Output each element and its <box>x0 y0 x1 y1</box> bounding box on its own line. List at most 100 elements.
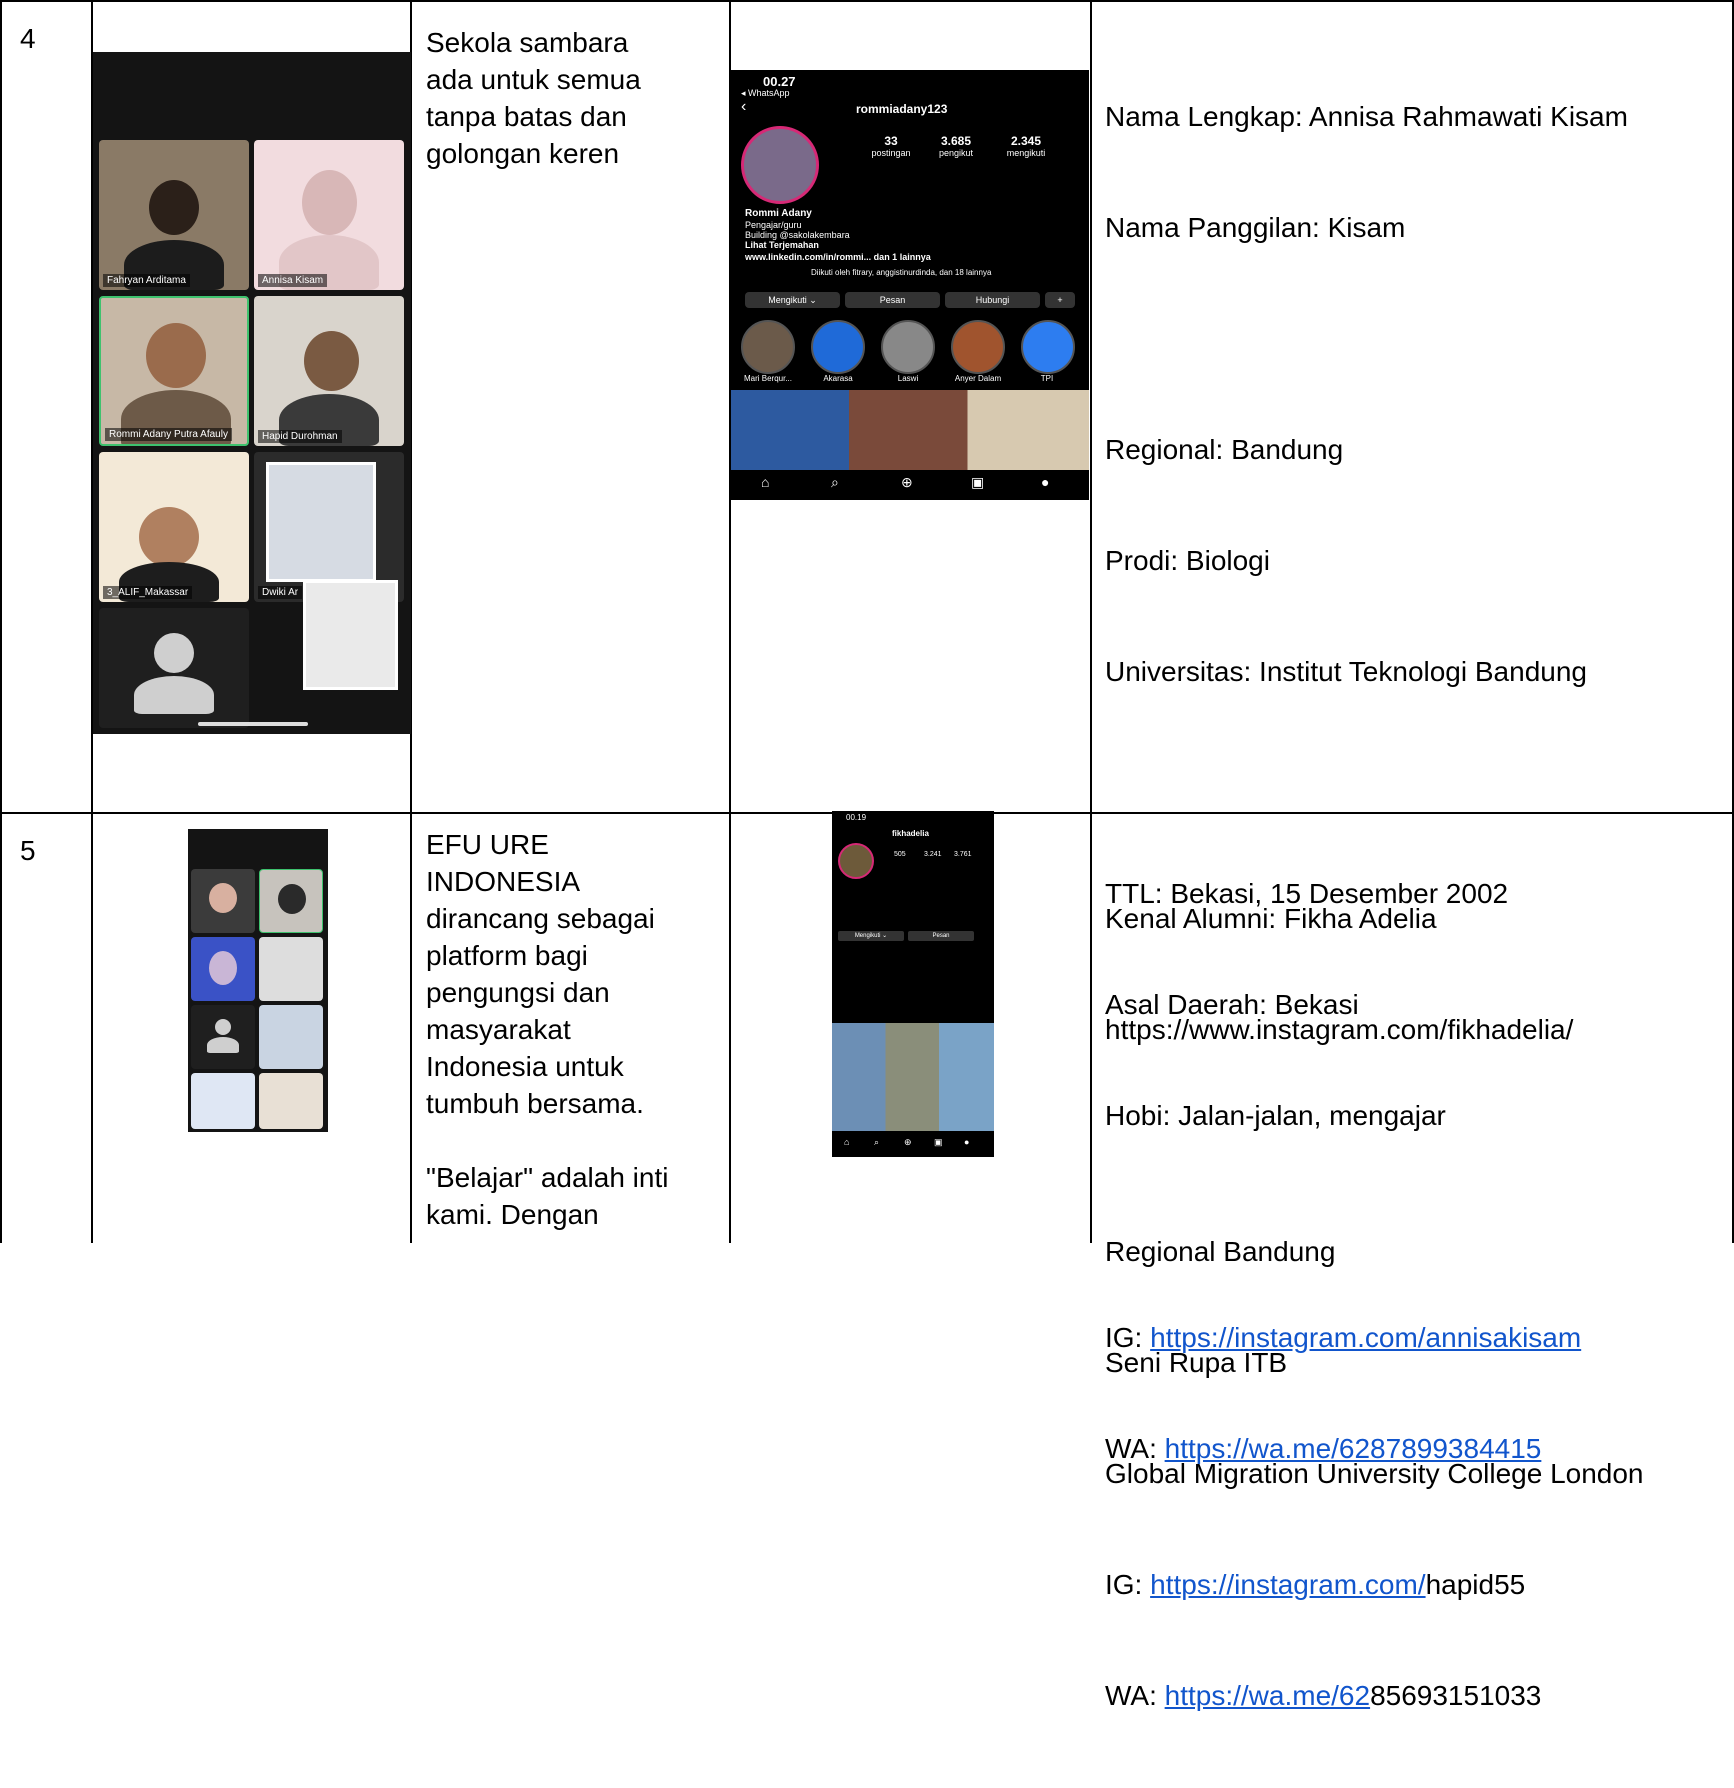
video-tile <box>259 1073 323 1129</box>
highlight-circle[interactable] <box>741 320 795 374</box>
home-icon[interactable]: ⌂ <box>844 1137 849 1147</box>
status-time: 00.19 <box>846 813 867 822</box>
bio-line: Building @sakolakembara <box>745 230 850 240</box>
participant-name: 3_ALIF_Makassar <box>103 586 193 599</box>
profile-username: rommiadany123 <box>856 102 948 116</box>
info-line <box>1105 1122 1730 1159</box>
followed-by: Diikuti oleh fitrary, anggistinurdinda, … <box>811 268 992 277</box>
highlight-label: Anyer Dalam <box>954 374 1002 383</box>
info-line: Nama Lengkap: Annisa Rahmawati Kisam <box>1105 101 1628 132</box>
highlight-circle[interactable] <box>881 320 935 374</box>
info-line: Kenal Alumni: Fikha Adelia <box>1105 903 1437 934</box>
participant-name: Annisa Kisam <box>258 274 328 287</box>
row-number: 5 <box>20 835 36 866</box>
back-icon[interactable]: ‹ <box>741 98 746 116</box>
row-description: Sekola sambara ada untuk semua tanpa bat… <box>426 27 641 169</box>
row-number: 4 <box>20 23 36 54</box>
posts-label: postingan <box>871 148 911 158</box>
video-tile <box>259 1005 323 1069</box>
info-line: Global Migration University College Lond… <box>1105 1458 1644 1489</box>
video-tile: Annisa Kisam <box>254 140 404 290</box>
video-tile <box>191 869 255 933</box>
reels-icon[interactable]: ▣ <box>971 474 984 491</box>
following-button[interactable]: Mengikuti ⌄ <box>838 931 904 941</box>
video-tile <box>259 869 323 933</box>
profile-icon[interactable]: ● <box>1041 474 1049 490</box>
profile-icon[interactable]: ● <box>964 1137 969 1147</box>
highlight-circle[interactable] <box>1021 320 1075 374</box>
video-tile <box>191 1073 255 1129</box>
info-block: Kenal Alumni: Fikha Adelia https://www.i… <box>1105 826 1730 1788</box>
participant-name: Hapid Durohman <box>258 430 342 443</box>
followers-count[interactable]: 3.685 <box>931 134 981 148</box>
profile-avatar[interactable] <box>741 126 819 204</box>
participant-name: Dwiki Ar <box>258 586 303 599</box>
highlight-circle[interactable] <box>951 320 1005 374</box>
followers-count[interactable]: 3.241 <box>924 851 942 858</box>
avatar-placeholder-icon <box>154 633 194 673</box>
bio-line: Pengajar/guru <box>745 220 802 230</box>
translate-link[interactable]: Lihat Terjemahan <box>745 240 819 250</box>
info-line: Prodi: Biologi <box>1105 545 1270 576</box>
message-button[interactable]: Pesan <box>908 931 974 941</box>
highlight-circle[interactable] <box>811 320 865 374</box>
profile-username: fikhadelia <box>892 829 929 838</box>
back-to-app[interactable]: ◂ WhatsApp <box>741 88 790 99</box>
instagram-link[interactable]: https://instagram.com/ <box>1150 1569 1425 1600</box>
profile-avatar[interactable] <box>838 843 874 879</box>
video-tile <box>191 937 255 1001</box>
add-post-icon[interactable]: ⊕ <box>901 474 913 491</box>
alumni-table: 4 Fahryan Arditama Annisa Kisam Rommi Ad… <box>0 0 1734 1711</box>
meeting-screenshot <box>188 829 328 1132</box>
home-icon[interactable]: ⌂ <box>761 474 769 490</box>
search-icon[interactable]: ⌕ <box>831 474 839 491</box>
video-tile <box>99 608 249 728</box>
video-tile: Hapid Durohman <box>254 296 404 446</box>
reels-icon[interactable]: ▣ <box>934 1137 943 1148</box>
profile-link[interactable]: www.linkedin.com/in/rommi... dan 1 lainn… <box>745 252 931 262</box>
add-user-icon[interactable]: + <box>1045 292 1075 308</box>
info-line: https://www.instagram.com/fikhadelia/ <box>1105 1014 1574 1045</box>
ig-line: IG: https://instagram.com/hapid55 <box>1105 1569 1526 1600</box>
info-line <box>1105 320 1725 357</box>
following-label: mengikuti <box>1006 148 1046 158</box>
info-line: Regional Bandung <box>1105 1236 1336 1267</box>
highlight-label: TPI <box>1040 374 1054 383</box>
instagram-profile-screenshot: 00.19 fikhadelia 505 3.241 3.761 Mengiku… <box>832 811 994 1157</box>
participant-name: Fahryan Arditama <box>103 274 190 287</box>
contact-button[interactable]: Hubungi <box>945 292 1040 308</box>
display-name: Rommi Adany <box>745 208 812 219</box>
info-line: Seni Rupa ITB <box>1105 1347 1288 1378</box>
following-button[interactable]: Mengikuti ⌄ <box>745 292 840 308</box>
info-line <box>1105 764 1725 801</box>
col-divider-4 <box>1090 0 1092 1243</box>
avatar-placeholder-icon <box>215 1019 231 1035</box>
search-icon[interactable]: ⌕ <box>874 1137 879 1148</box>
highlight-label: Laswi <box>897 374 919 383</box>
highlight-label: Akarasa <box>823 374 853 383</box>
bottom-nav: ⌂ ⌕ ⊕ ▣ ● <box>832 1135 994 1155</box>
post-grid[interactable] <box>731 390 1089 470</box>
following-count[interactable]: 3.761 <box>954 851 972 858</box>
posts-count: 505 <box>894 851 906 858</box>
post-grid[interactable] <box>832 1023 994 1131</box>
posts-count: 33 <box>884 134 898 148</box>
instagram-profile-screenshot: 00.27 ◂ WhatsApp ‹ rommiadany123 33 post… <box>731 70 1089 500</box>
video-tile <box>191 1005 255 1069</box>
bottom-nav: ⌂ ⌕ ⊕ ▣ ● <box>731 470 1089 500</box>
table-border-top <box>0 0 1734 2</box>
followers-label: pengikut <box>938 148 974 158</box>
whatsapp-link[interactable]: https://wa.me/62 <box>1165 1680 1370 1711</box>
status-time: 00.27 <box>763 74 796 89</box>
wa-line: WA: https://wa.me/6285693151033 <box>1105 1680 1542 1711</box>
add-post-icon[interactable]: ⊕ <box>904 1137 912 1148</box>
following-count[interactable]: 2.345 <box>996 134 1056 148</box>
message-button[interactable]: Pesan <box>845 292 940 308</box>
row-description: EFU URE INDONESIA dirancang sebagai plat… <box>426 829 669 1230</box>
participant-name: Rommi Adany Putra Afauly <box>105 428 232 441</box>
video-tile: 3_ALIF_Makassar <box>99 452 249 602</box>
info-line: Regional: Bandung <box>1105 434 1344 465</box>
shared-photo <box>303 580 398 690</box>
table-border-left <box>0 0 2 1243</box>
meeting-screenshot: Fahryan Arditama Annisa Kisam Rommi Adan… <box>93 52 411 734</box>
